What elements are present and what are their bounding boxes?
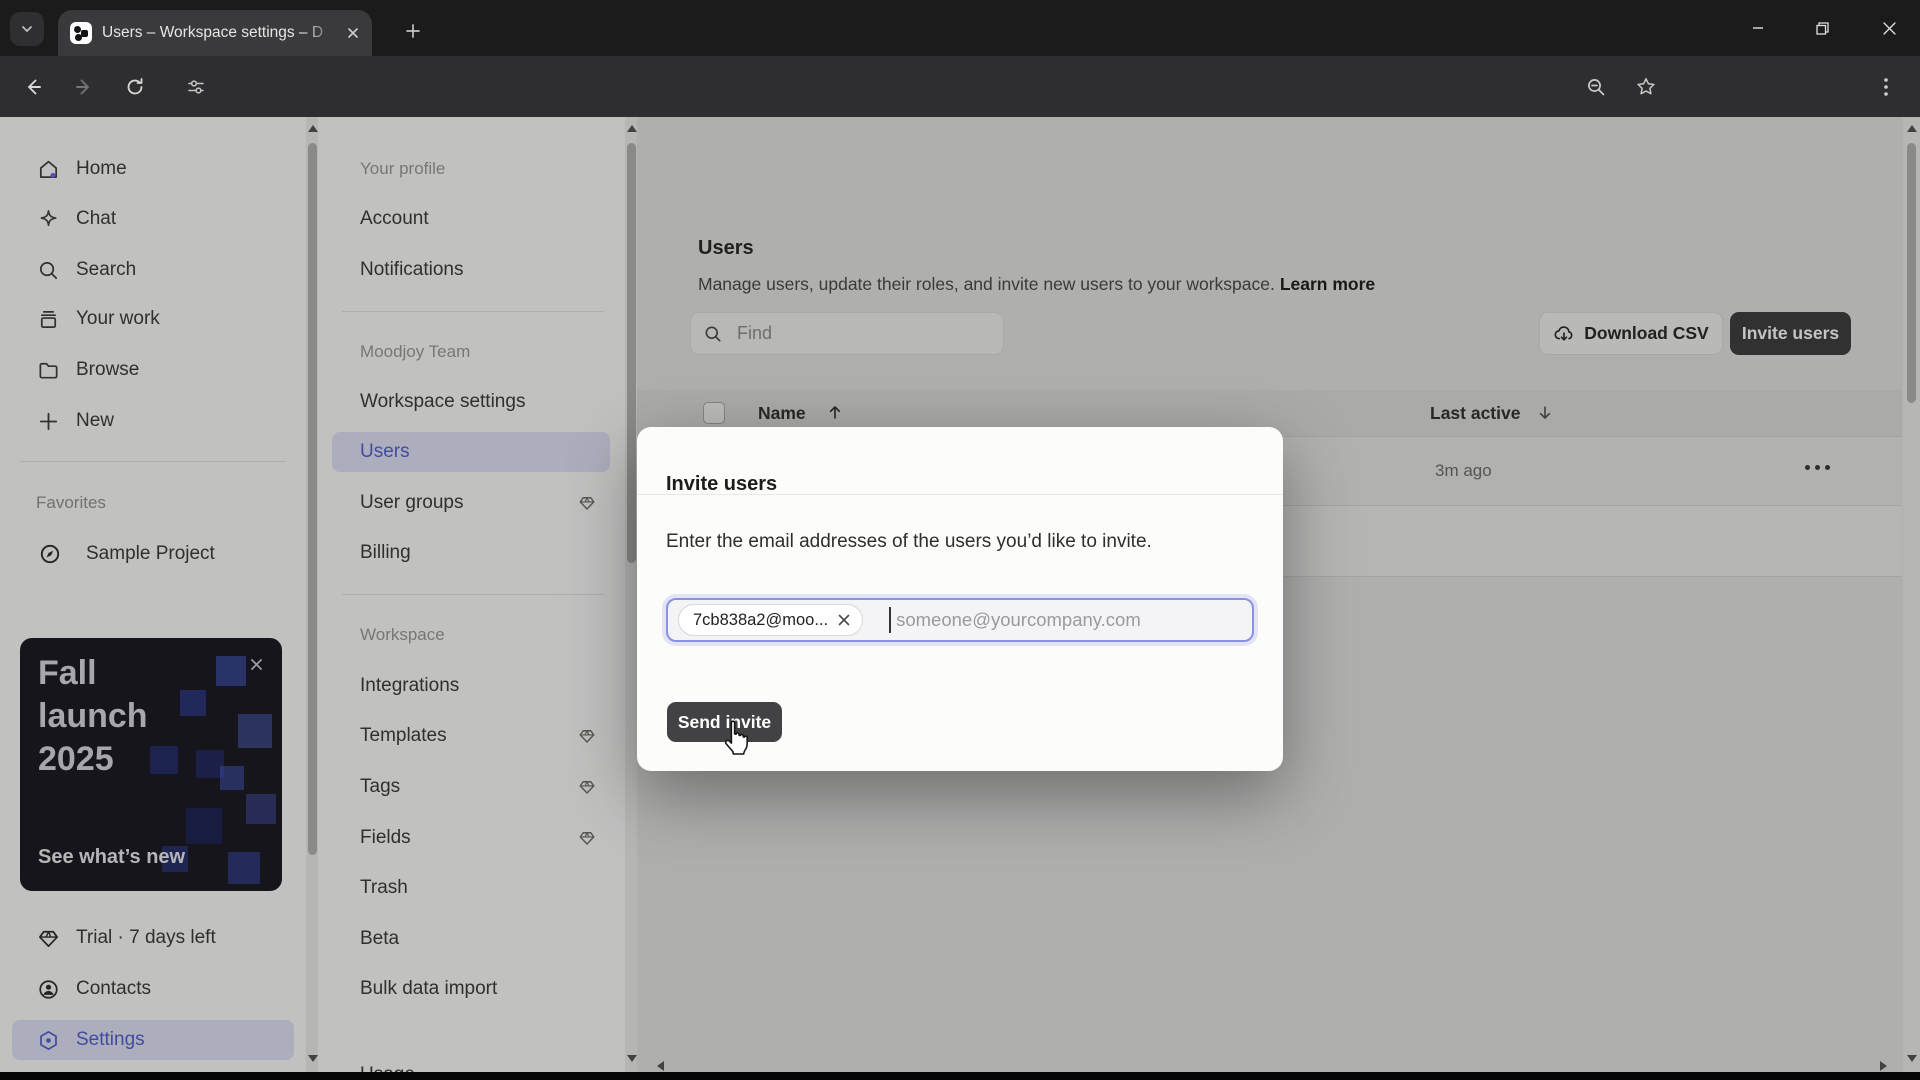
window-minimize-button[interactable] bbox=[1735, 8, 1781, 48]
chip-remove-icon[interactable] bbox=[838, 614, 850, 626]
window-close-button[interactable] bbox=[1866, 8, 1912, 48]
modal-description: Enter the email addresses of the users y… bbox=[666, 531, 1152, 552]
new-tab-button[interactable] bbox=[398, 16, 428, 46]
modal-title: Invite users bbox=[666, 473, 778, 495]
browser-menu-icon[interactable] bbox=[1883, 77, 1889, 97]
browser-tab-strip: Users – Workspace settings – D bbox=[0, 0, 1920, 56]
site-settings-icon[interactable] bbox=[187, 77, 206, 96]
screen-edge-bar bbox=[0, 1072, 1920, 1080]
chevron-down-icon bbox=[20, 22, 34, 36]
screen: Users – Workspace settings – D Home Chat… bbox=[0, 0, 1920, 1080]
text-caret bbox=[889, 607, 892, 633]
browser-toolbar: moodjoy-team-2h2v.dovetail.com/settings/… bbox=[0, 56, 1920, 164]
email-addresses-field[interactable]: 7cb838a2@moo... bbox=[666, 598, 1254, 642]
zoom-icon[interactable] bbox=[1586, 76, 1607, 97]
window-restore-button[interactable] bbox=[1799, 8, 1845, 48]
bookmark-star-icon[interactable] bbox=[1635, 76, 1657, 98]
email-chip[interactable]: 7cb838a2@moo... bbox=[678, 604, 864, 636]
tab-search-button[interactable] bbox=[10, 12, 44, 46]
browser-tab[interactable]: Users – Workspace settings – D bbox=[58, 10, 372, 56]
reload-icon[interactable] bbox=[125, 76, 146, 97]
tab-title: Users – Workspace settings – D bbox=[102, 24, 324, 41]
mouse-cursor bbox=[718, 719, 752, 759]
dovetail-favicon bbox=[70, 22, 92, 44]
forward-icon[interactable] bbox=[73, 76, 95, 98]
tab-close-icon[interactable] bbox=[346, 26, 360, 40]
modal-divider bbox=[637, 494, 1283, 495]
back-icon[interactable] bbox=[22, 76, 44, 98]
email-input[interactable] bbox=[894, 608, 1242, 632]
email-chip-text: 7cb838a2@moo... bbox=[693, 610, 829, 629]
invite-users-modal: Invite users Enter the email addresses o… bbox=[637, 427, 1283, 771]
